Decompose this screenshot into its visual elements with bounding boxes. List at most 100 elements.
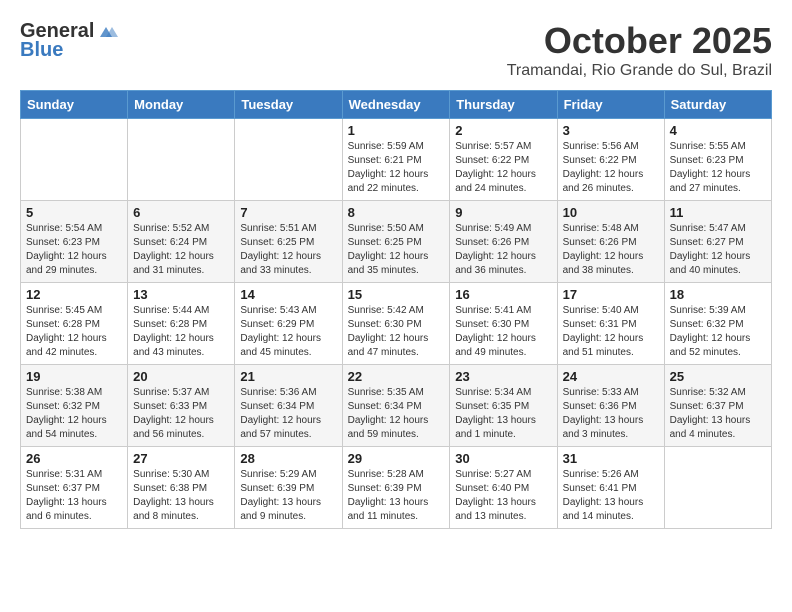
calendar-cell: 18Sunrise: 5:39 AM Sunset: 6:32 PM Dayli… — [664, 283, 771, 365]
day-number: 24 — [563, 369, 659, 384]
day-number: 27 — [133, 451, 229, 466]
day-number: 1 — [348, 123, 445, 138]
calendar-cell: 17 Sunrise: 5:40 AM Sunset: 6:31 PM Dayli… — [557, 283, 664, 365]
week-row-5: 26 Sunrise: 5:31 AM Sunset: 6:37 PM Dayli… — [21, 447, 772, 529]
day-number: 21 — [240, 369, 336, 384]
calendar-cell: 10 Sunrise: 5:48 AM Sunset: 6:26 PM Dayli… — [557, 201, 664, 283]
day-info: Sunrise: 5:34 AM Sunset: 6:35 PM Dayligh… — [455, 386, 551, 442]
weekday-header-sunday: Sunday — [21, 91, 128, 119]
weekday-header-saturday: Saturday — [664, 91, 771, 119]
day-info: Sunrise: 5:59 AM Sunset: 6:21 PM Dayligh… — [348, 140, 445, 196]
day-number: 8 — [348, 205, 445, 220]
calendar-cell: 15 Sunrise: 5:42 AM Sunset: 6:30 PM Dayli… — [342, 283, 450, 365]
weekday-header-tuesday: Tuesday — [235, 91, 342, 119]
calendar-cell: 14 Sunrise: 5:43 AM Sunset: 6:29 PM Dayli… — [235, 283, 342, 365]
calendar-cell: 4 Sunrise: 5:55 AM Sunset: 6:23 PM Daylig… — [664, 119, 771, 201]
calendar-subtitle: Tramandai, Rio Grande do Sul, Brazil — [507, 62, 772, 80]
day-number: 12 — [26, 287, 122, 302]
calendar-cell: 23 Sunrise: 5:34 AM Sunset: 6:35 PM Dayli… — [450, 365, 557, 447]
day-info: Sunrise: 5:26 AM Sunset: 6:41 PM Dayligh… — [563, 468, 659, 524]
day-info: Sunrise: 5:31 AM Sunset: 6:37 PM Dayligh… — [26, 468, 122, 524]
day-info: Sunrise: 5:38 AM Sunset: 6:32 PM Dayligh… — [26, 386, 122, 442]
day-number: 6 — [133, 205, 229, 220]
calendar-cell: 31 Sunrise: 5:26 AM Sunset: 6:41 PM Dayli… — [557, 447, 664, 529]
calendar-cell — [235, 119, 342, 201]
calendar-cell: 26 Sunrise: 5:31 AM Sunset: 6:37 PM Dayli… — [21, 447, 128, 529]
calendar-cell: 16Sunrise: 5:41 AM Sunset: 6:30 PM Dayli… — [450, 283, 557, 365]
day-info: Sunrise: 5:42 AM Sunset: 6:30 PM Dayligh… — [348, 304, 445, 360]
weekday-header-thursday: Thursday — [450, 91, 557, 119]
day-number: 30 — [455, 451, 551, 466]
day-number: 9 — [455, 205, 551, 220]
day-number: 23 — [455, 369, 551, 384]
header: General Blue October 2025 Tramandai, Rio… — [20, 20, 772, 80]
calendar-table: SundayMondayTuesdayWednesdayThursdayFrid… — [20, 90, 772, 529]
day-info: Sunrise: 5:35 AM Sunset: 6:34 PM Dayligh… — [348, 386, 445, 442]
logo-blue-text: Blue — [20, 39, 63, 62]
day-info: Sunrise: 5:45 AM Sunset: 6:28 PM Dayligh… — [26, 304, 122, 360]
calendar-cell: 28Sunrise: 5:29 AM Sunset: 6:39 PM Dayli… — [235, 447, 342, 529]
day-info: Sunrise: 5:56 AM Sunset: 6:22 PM Dayligh… — [563, 140, 659, 196]
calendar-cell: 6 Sunrise: 5:52 AM Sunset: 6:24 PM Daylig… — [128, 201, 235, 283]
day-info: Sunrise: 5:30 AM Sunset: 6:38 PM Dayligh… — [133, 468, 229, 524]
week-row-4: 19Sunrise: 5:38 AM Sunset: 6:32 PM Dayli… — [21, 365, 772, 447]
day-info: Sunrise: 5:43 AM Sunset: 6:29 PM Dayligh… — [240, 304, 336, 360]
calendar-cell: 9 Sunrise: 5:49 AM Sunset: 6:26 PM Daylig… — [450, 201, 557, 283]
day-info: Sunrise: 5:27 AM Sunset: 6:40 PM Dayligh… — [455, 468, 551, 524]
logo: General Blue — [20, 20, 118, 62]
day-info: Sunrise: 5:55 AM Sunset: 6:23 PM Dayligh… — [670, 140, 766, 196]
day-info: Sunrise: 5:48 AM Sunset: 6:26 PM Dayligh… — [563, 222, 659, 278]
day-number: 17 — [563, 287, 659, 302]
calendar-cell: 21Sunrise: 5:36 AM Sunset: 6:34 PM Dayli… — [235, 365, 342, 447]
day-number: 7 — [240, 205, 336, 220]
week-row-3: 12 Sunrise: 5:45 AM Sunset: 6:28 PM Dayli… — [21, 283, 772, 365]
day-number: 10 — [563, 205, 659, 220]
day-number: 31 — [563, 451, 659, 466]
day-info: Sunrise: 5:37 AM Sunset: 6:33 PM Dayligh… — [133, 386, 229, 442]
logo-icon — [96, 23, 118, 41]
day-number: 13 — [133, 287, 229, 302]
day-number: 4 — [670, 123, 766, 138]
day-info: Sunrise: 5:51 AM Sunset: 6:25 PM Dayligh… — [240, 222, 336, 278]
calendar-cell — [664, 447, 771, 529]
day-number: 15 — [348, 287, 445, 302]
calendar-cell: 20 Sunrise: 5:37 AM Sunset: 6:33 PM Dayli… — [128, 365, 235, 447]
day-info: Sunrise: 5:49 AM Sunset: 6:26 PM Dayligh… — [455, 222, 551, 278]
day-number: 20 — [133, 369, 229, 384]
day-info: Sunrise: 5:40 AM Sunset: 6:31 PM Dayligh… — [563, 304, 659, 360]
day-info: Sunrise: 5:57 AM Sunset: 6:22 PM Dayligh… — [455, 140, 551, 196]
day-number: 11 — [670, 205, 766, 220]
calendar-cell: 8 Sunrise: 5:50 AM Sunset: 6:25 PM Daylig… — [342, 201, 450, 283]
day-info: Sunrise: 5:47 AM Sunset: 6:27 PM Dayligh… — [670, 222, 766, 278]
calendar-cell: 27 Sunrise: 5:30 AM Sunset: 6:38 PM Dayli… — [128, 447, 235, 529]
day-info: Sunrise: 5:54 AM Sunset: 6:23 PM Dayligh… — [26, 222, 122, 278]
day-number: 2 — [455, 123, 551, 138]
calendar-cell: 13 Sunrise: 5:44 AM Sunset: 6:28 PM Dayli… — [128, 283, 235, 365]
day-info: Sunrise: 5:52 AM Sunset: 6:24 PM Dayligh… — [133, 222, 229, 278]
day-info: Sunrise: 5:50 AM Sunset: 6:25 PM Dayligh… — [348, 222, 445, 278]
title-area: October 2025 Tramandai, Rio Grande do Su… — [507, 20, 772, 80]
day-info: Sunrise: 5:33 AM Sunset: 6:36 PM Dayligh… — [563, 386, 659, 442]
calendar-cell: 7 Sunrise: 5:51 AM Sunset: 6:25 PM Daylig… — [235, 201, 342, 283]
day-info: Sunrise: 5:32 AM Sunset: 6:37 PM Dayligh… — [670, 386, 766, 442]
day-number: 26 — [26, 451, 122, 466]
calendar-cell: 29Sunrise: 5:28 AM Sunset: 6:39 PM Dayli… — [342, 447, 450, 529]
calendar-title: October 2025 — [507, 20, 772, 62]
weekday-header-friday: Friday — [557, 91, 664, 119]
calendar-cell: 19Sunrise: 5:38 AM Sunset: 6:32 PM Dayli… — [21, 365, 128, 447]
day-info: Sunrise: 5:44 AM Sunset: 6:28 PM Dayligh… — [133, 304, 229, 360]
day-number: 14 — [240, 287, 336, 302]
day-number: 25 — [670, 369, 766, 384]
day-info: Sunrise: 5:41 AM Sunset: 6:30 PM Dayligh… — [455, 304, 551, 360]
weekday-header-monday: Monday — [128, 91, 235, 119]
day-number: 3 — [563, 123, 659, 138]
day-info: Sunrise: 5:29 AM Sunset: 6:39 PM Dayligh… — [240, 468, 336, 524]
calendar-cell: 25 Sunrise: 5:32 AM Sunset: 6:37 PM Dayli… — [664, 365, 771, 447]
calendar-cell: 2 Sunrise: 5:57 AM Sunset: 6:22 PM Daylig… — [450, 119, 557, 201]
calendar-cell: 5 Sunrise: 5:54 AM Sunset: 6:23 PM Daylig… — [21, 201, 128, 283]
calendar-cell — [21, 119, 128, 201]
day-number: 18 — [670, 287, 766, 302]
day-number: 22 — [348, 369, 445, 384]
day-info: Sunrise: 5:28 AM Sunset: 6:39 PM Dayligh… — [348, 468, 445, 524]
day-number: 5 — [26, 205, 122, 220]
